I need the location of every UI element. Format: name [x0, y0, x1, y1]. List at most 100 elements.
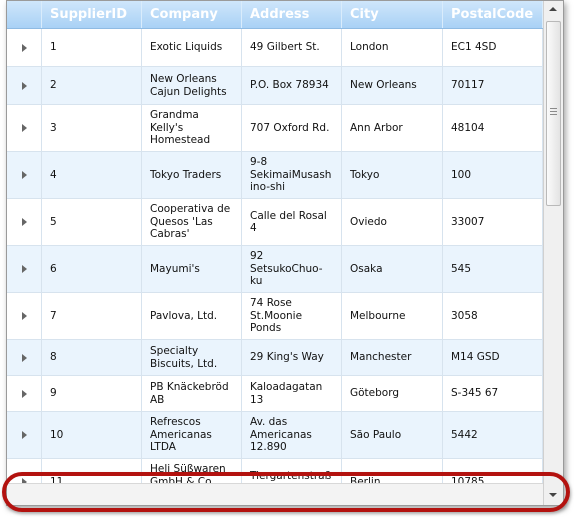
- supplier-grid: SupplierID Company Address City PostalCo…: [7, 1, 543, 483]
- cell-city-text: São Paulo: [350, 428, 402, 441]
- vertical-scrollbar[interactable]: [543, 1, 563, 505]
- cell-city: London: [342, 29, 443, 66]
- scroll-up-icon[interactable]: [549, 7, 557, 11]
- cell-company: PB Knäckebröd AB: [142, 376, 242, 411]
- header-address[interactable]: Address: [242, 1, 342, 28]
- table-row[interactable]: 1 Exotic Liquids 49 Gilbert St. London EC1 4…: [7, 29, 543, 67]
- cell-company: Mayumi's: [142, 246, 242, 292]
- cell-city-text: Melbourne: [350, 309, 406, 322]
- cell-city-text: Tokyo: [350, 168, 380, 181]
- header-postalcode[interactable]: PostalCode: [443, 1, 543, 28]
- expand-arrow-icon[interactable]: [21, 353, 27, 362]
- row-expander[interactable]: [7, 246, 42, 292]
- cell-supplierid-text: 5: [50, 215, 57, 228]
- table-row[interactable]: 4 Tokyo Traders 9-8 SekimaiMusashino-shi To…: [7, 152, 543, 199]
- cell-company-text: Pavlova, Ltd.: [150, 309, 218, 322]
- cell-postalcode-text: 5442: [451, 428, 478, 441]
- cell-supplierid: 4: [42, 152, 142, 198]
- cell-postalcode: 33007: [443, 199, 543, 245]
- cell-supplierid: 8: [42, 340, 142, 375]
- cell-address-text: Calle del Rosal 4: [250, 209, 327, 235]
- cell-city-text: Oviedo: [350, 215, 387, 228]
- table-row[interactable]: 8 Specialty Biscuits, Ltd. 29 King's Way Ma…: [7, 340, 543, 376]
- expand-arrow-icon[interactable]: [21, 265, 27, 273]
- cell-company-text: Grandma Kelly's Homestead: [150, 109, 211, 147]
- cell-postalcode: 545: [443, 246, 543, 292]
- table-row[interactable]: 2 New Orleans Cajun Delights P.O. Box 7893…: [7, 67, 543, 105]
- row-expander[interactable]: [7, 29, 42, 66]
- expand-arrow-icon[interactable]: [21, 43, 27, 52]
- cell-supplierid: 7: [42, 293, 142, 339]
- table-row[interactable]: 11 Heli Süßwaren GmbH & Co. KG Tiergartens…: [7, 459, 543, 483]
- row-expander[interactable]: [7, 293, 42, 339]
- cell-company: Specialty Biscuits, Ltd.: [142, 340, 242, 375]
- cell-company-text: Specialty Biscuits, Ltd.: [150, 345, 218, 370]
- table-row[interactable]: 6 Mayumi's 92 SetsukoChuo-ku Osaka 545: [7, 246, 543, 293]
- table-row[interactable]: 9 PB Knäckebröd AB Kaloadagatan 13 Göteborg…: [7, 376, 543, 412]
- cell-postalcode: EC1 4SD: [443, 29, 543, 66]
- cell-address: Tiergartenstraße 5: [242, 459, 342, 483]
- cell-city-text: Manchester: [350, 351, 412, 364]
- cell-address: 707 Oxford Rd.: [242, 105, 342, 151]
- cell-postalcode-text: 10785: [451, 475, 485, 483]
- cell-supplierid-text: 2: [50, 79, 57, 92]
- expand-arrow-icon[interactable]: [21, 218, 27, 226]
- table-row[interactable]: 7 Pavlova, Ltd. 74 Rose St.Moonie Ponds Mel…: [7, 293, 543, 340]
- cell-city-text: New Orleans: [350, 79, 417, 92]
- cell-address-text: 49 Gilbert St.: [250, 41, 320, 54]
- cell-postalcode: 3058: [443, 293, 543, 339]
- table-row[interactable]: 3 Grandma Kelly's Homestead 707 Oxford Rd.…: [7, 105, 543, 152]
- cell-postalcode: 48104: [443, 105, 543, 151]
- cell-postalcode-text: 33007: [451, 215, 485, 228]
- horizontal-scrollbar[interactable]: [7, 483, 543, 505]
- cell-supplierid: 5: [42, 199, 142, 245]
- cell-address: Calle del Rosal 4: [242, 199, 342, 245]
- cell-city: Göteborg: [342, 376, 443, 411]
- table-row[interactable]: 5 Cooperativa de Quesos 'Las Cabras' Calle…: [7, 199, 543, 246]
- cell-postalcode: 100: [443, 152, 543, 198]
- expand-arrow-icon[interactable]: [21, 81, 27, 90]
- cell-company-text: New Orleans Cajun Delights: [150, 73, 227, 98]
- cell-supplierid: 1: [42, 29, 142, 66]
- row-expander[interactable]: [7, 105, 42, 151]
- cell-address: P.O. Box 78934: [242, 67, 342, 104]
- grid-body: 1 Exotic Liquids 49 Gilbert St. London EC1 4…: [7, 29, 543, 483]
- cell-address: 92 SetsukoChuo-ku: [242, 246, 342, 292]
- cell-supplierid-text: 8: [50, 351, 57, 364]
- cell-city-text: London: [350, 41, 389, 54]
- cell-city: New Orleans: [342, 67, 443, 104]
- expand-arrow-icon[interactable]: [21, 124, 27, 132]
- grip-icon: [550, 108, 557, 115]
- scroll-thumb[interactable]: [546, 21, 561, 206]
- cell-company: Refrescos Americanas LTDA: [142, 412, 242, 458]
- header-city[interactable]: City: [342, 1, 443, 28]
- expand-arrow-icon[interactable]: [21, 389, 27, 398]
- header-supplierid[interactable]: SupplierID: [42, 1, 142, 28]
- row-expander[interactable]: [7, 376, 42, 411]
- table-row[interactable]: 10 Refrescos Americanas LTDA Av. das Ameri…: [7, 412, 543, 459]
- cell-address: 74 Rose St.Moonie Ponds: [242, 293, 342, 339]
- expand-arrow-icon[interactable]: [21, 171, 27, 179]
- cell-postalcode-text: 48104: [451, 121, 485, 134]
- row-expander[interactable]: [7, 199, 42, 245]
- cell-address: Av. das Americanas 12.890: [242, 412, 342, 458]
- expand-arrow-icon[interactable]: [21, 312, 27, 320]
- row-expander[interactable]: [7, 152, 42, 198]
- cell-city: Oviedo: [342, 199, 443, 245]
- cell-company-text: Heli Süßwaren GmbH & Co. KG: [150, 463, 226, 483]
- row-expander[interactable]: [7, 340, 42, 375]
- expand-arrow-icon[interactable]: [21, 431, 27, 439]
- cell-supplierid-text: 9: [50, 387, 57, 400]
- row-expander[interactable]: [7, 412, 42, 458]
- cell-company: Grandma Kelly's Homestead: [142, 105, 242, 151]
- cell-address-text: Av. das Americanas 12.890: [250, 416, 312, 454]
- header-expander: [7, 1, 42, 28]
- cell-city: São Paulo: [342, 412, 443, 458]
- cell-supplierid-text: 7: [50, 309, 57, 322]
- row-expander[interactable]: [7, 459, 42, 483]
- row-expander[interactable]: [7, 67, 42, 104]
- header-company[interactable]: Company: [142, 1, 242, 28]
- scroll-down-icon[interactable]: [549, 493, 557, 497]
- cell-supplierid-text: 6: [50, 262, 57, 275]
- cell-company-text: Cooperativa de Quesos 'Las Cabras': [150, 203, 231, 241]
